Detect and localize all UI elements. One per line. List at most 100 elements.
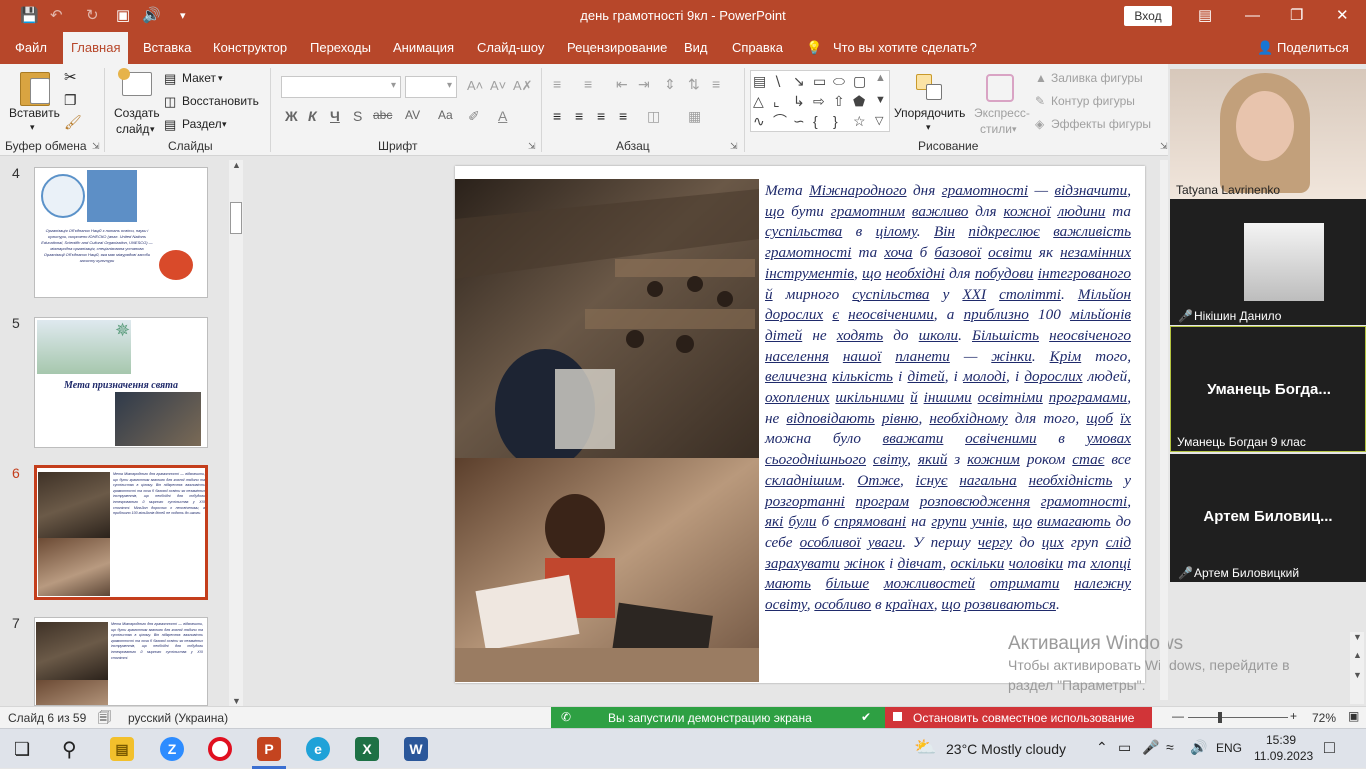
new-slide-dropdown-icon[interactable]: ▾: [150, 124, 155, 135]
shape-outline-icon[interactable]: ✎: [1035, 94, 1045, 108]
highlight-icon[interactable]: ✐: [468, 108, 480, 125]
zoom-slider[interactable]: [1188, 717, 1288, 718]
text-direction-icon[interactable]: ⇅: [688, 76, 700, 93]
tab-design[interactable]: Конструктор: [213, 32, 287, 64]
triangle-shape-icon[interactable]: △: [753, 93, 764, 109]
tab-review[interactable]: Рецензирование: [567, 32, 667, 64]
clipboard-launcher-icon[interactable]: ⇲: [92, 141, 100, 152]
layout-icon[interactable]: ▤: [164, 71, 176, 87]
fit-slide-icon[interactable]: ▣: [1348, 709, 1359, 723]
bold-icon[interactable]: Ж: [285, 108, 298, 124]
char-spacing-icon[interactable]: AV: [405, 108, 420, 122]
prev-slide-icon[interactable]: ▲: [1353, 650, 1362, 660]
slide-body-text[interactable]: Мета Міжнародного дня грамотності — відз…: [765, 181, 1131, 616]
line-shape-icon[interactable]: ∖: [773, 73, 782, 89]
wifi-icon[interactable]: ≈: [1166, 739, 1174, 755]
arrange-button[interactable]: Упорядочить: [894, 106, 965, 120]
scroll-up-icon[interactable]: ▲: [232, 160, 241, 170]
gallery-more-icon[interactable]: ▽: [875, 114, 883, 127]
participant-tile[interactable]: 🎤 Нікішин Данило: [1170, 199, 1366, 325]
edge-icon[interactable]: e: [306, 737, 330, 761]
clock-date[interactable]: 11.09.2023: [1254, 749, 1313, 763]
thumbnails-scrollbar[interactable]: ▲ ▼: [229, 160, 243, 706]
brace-right-shape-icon[interactable]: }: [833, 113, 838, 129]
copy-icon[interactable]: ❐: [64, 92, 77, 109]
cut-icon[interactable]: ✂: [64, 68, 77, 86]
tab-animations[interactable]: Анимация: [393, 32, 454, 64]
layout-button[interactable]: Макет: [182, 71, 216, 85]
next-slide-icon[interactable]: ▼: [1353, 670, 1362, 680]
shadow-icon[interactable]: S: [353, 108, 362, 124]
input-language[interactable]: ENG: [1216, 741, 1242, 755]
shape-outline-button[interactable]: Контур фигуры: [1051, 94, 1135, 108]
shape-fill-icon[interactable]: ▲: [1035, 71, 1047, 85]
search-icon[interactable]: ⚲: [62, 737, 77, 762]
font-size-combo[interactable]: ▾: [405, 76, 457, 98]
word-icon[interactable]: W: [404, 737, 428, 761]
editor-scrollbar[interactable]: ▼ ▲ ▼: [1350, 632, 1364, 704]
slide-thumbnail-7[interactable]: Мета Міжнародного дня грамотності — відз…: [34, 617, 208, 706]
numbering-icon[interactable]: ≡: [584, 76, 592, 92]
justify-icon[interactable]: ≡: [619, 108, 627, 124]
gallery-up-icon[interactable]: ▲: [875, 72, 886, 84]
brace-left-shape-icon[interactable]: {: [813, 113, 818, 129]
align-right-icon[interactable]: ≡: [597, 108, 605, 124]
elbow-arrow-icon[interactable]: ↳: [793, 93, 805, 109]
quick-styles-dropdown-icon[interactable]: ▾: [1012, 124, 1017, 135]
font-launcher-icon[interactable]: ⇲: [528, 141, 536, 152]
increase-indent-icon[interactable]: ⇥: [638, 76, 650, 93]
rectangle-shape-icon[interactable]: ▭: [813, 73, 826, 89]
oval-shape-icon[interactable]: ⬭: [833, 73, 845, 89]
smartart-icon[interactable]: ▦: [688, 108, 701, 125]
grow-font-icon[interactable]: A˄: [467, 78, 483, 93]
align-text-icon[interactable]: ≡: [712, 76, 720, 92]
clock-time[interactable]: 15:39: [1266, 733, 1296, 747]
new-slide-label-1[interactable]: Создать: [114, 106, 160, 120]
clear-format-icon[interactable]: A✗: [513, 78, 533, 94]
zoom-app-icon[interactable]: Z: [160, 737, 184, 761]
gallery-down-icon[interactable]: ▼: [875, 94, 886, 106]
tab-home[interactable]: Главная: [63, 32, 129, 64]
bullets-icon[interactable]: ≡: [553, 76, 561, 92]
tell-me-search[interactable]: Что вы хотите сделать?: [833, 32, 977, 64]
paste-dropdown-icon[interactable]: ▾: [30, 122, 35, 133]
weather-text[interactable]: 23°C Mostly cloudy: [946, 741, 1066, 757]
tab-file[interactable]: Файл: [15, 32, 47, 64]
line-spacing-icon[interactable]: ⇕: [664, 76, 676, 93]
paragraph-launcher-icon[interactable]: ⇲: [730, 141, 738, 152]
textbox-shape-icon[interactable]: ▤: [753, 73, 766, 89]
paste-label[interactable]: Вставить: [9, 106, 60, 120]
font-color-icon[interactable]: A: [498, 108, 507, 124]
tab-insert[interactable]: Вставка: [143, 32, 191, 64]
battery-icon[interactable]: ▭: [1118, 739, 1131, 756]
participant-tile[interactable]: Артем Биловиц... 🎤 Артем Биловицкий: [1170, 454, 1366, 582]
volume-icon[interactable]: 🔊: [1190, 739, 1207, 756]
opera-icon[interactable]: [208, 737, 232, 761]
zoom-out-icon[interactable]: —: [1172, 709, 1184, 723]
zoom-in-icon[interactable]: +: [1290, 709, 1297, 723]
decrease-indent-icon[interactable]: ⇤: [616, 76, 628, 93]
shape-effects-icon[interactable]: ◈: [1035, 117, 1044, 131]
underline-icon[interactable]: Ч: [330, 108, 340, 124]
star-shape-icon[interactable]: ☆: [853, 113, 866, 129]
powerpoint-icon[interactable]: P: [257, 737, 281, 761]
ribbon-display-icon[interactable]: ▤: [1198, 6, 1212, 26]
scroll-down-icon[interactable]: ▼: [1353, 632, 1362, 642]
scroll-down-icon[interactable]: ▼: [232, 696, 241, 706]
reset-icon[interactable]: ◫: [164, 94, 176, 110]
tab-transitions[interactable]: Переходы: [310, 32, 371, 64]
quick-styles-label-1[interactable]: Экспресс-: [974, 106, 1030, 120]
italic-icon[interactable]: К: [308, 108, 317, 124]
columns-icon[interactable]: ◫: [647, 108, 660, 125]
tab-view[interactable]: Вид: [684, 32, 708, 64]
drawing-launcher-icon[interactable]: ⇲: [1160, 141, 1168, 152]
microphone-icon[interactable]: 🎤: [1142, 739, 1159, 756]
windows-start-icon[interactable]: ❏: [14, 739, 30, 760]
restore-icon[interactable]: ❐: [1290, 6, 1303, 26]
curve-shape-icon[interactable]: ∽: [793, 113, 805, 129]
participant-tile[interactable]: Tatyana Lavrinenko: [1170, 69, 1366, 199]
slide-thumbnail-4[interactable]: Організація Об'єднаних Націй з питань ос…: [34, 167, 208, 298]
tab-help[interactable]: Справка: [732, 32, 783, 64]
pentagon-arrow-icon[interactable]: ⇧: [833, 93, 845, 109]
new-slide-label-2[interactable]: слайд: [116, 122, 149, 136]
